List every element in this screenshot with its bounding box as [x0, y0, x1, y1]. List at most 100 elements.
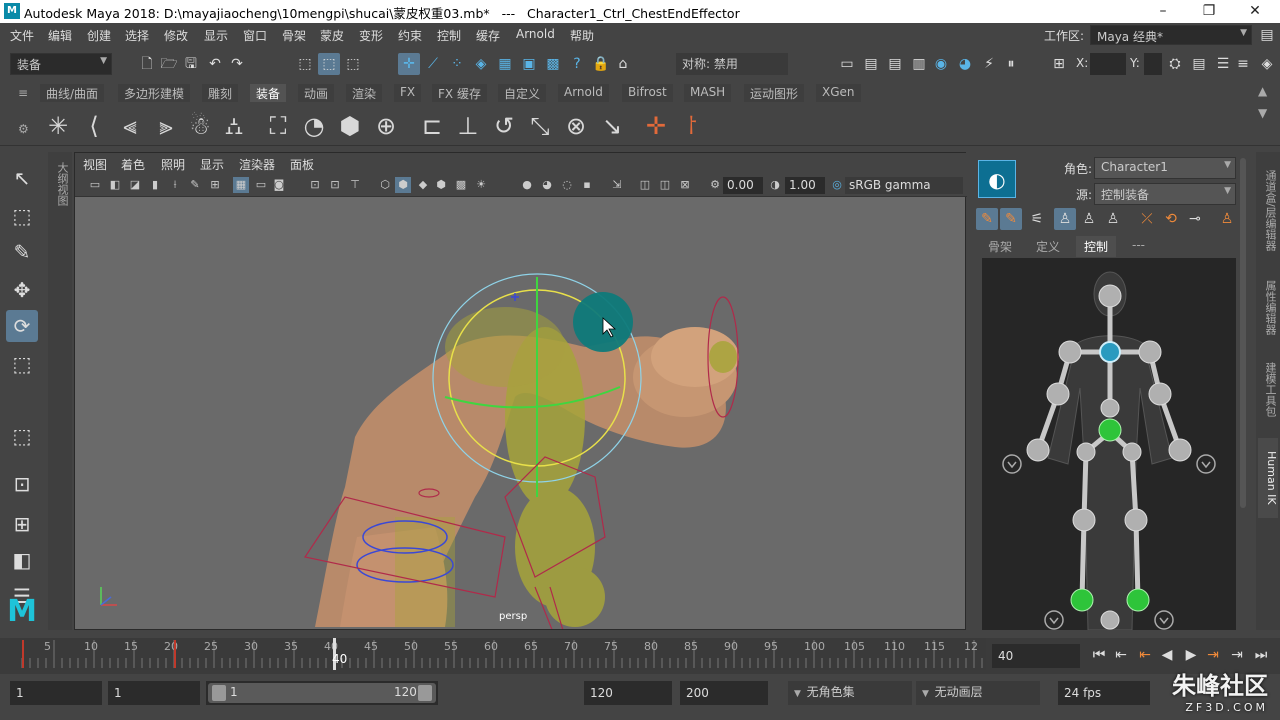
tab-channel-box[interactable]: 通道盒/层编辑器 [1258, 160, 1278, 260]
snap-grid-icon[interactable]: ✛ [398, 53, 420, 75]
shelf-tab-curves[interactable]: 曲线/曲面 [40, 84, 105, 102]
menu-edit[interactable]: 编辑 [48, 27, 72, 44]
menu-cache[interactable]: 缓存 [476, 27, 500, 44]
pin-rotate-icon[interactable]: ⟲ [1160, 208, 1182, 230]
color-management-icon[interactable]: ◎ [829, 177, 845, 193]
hik-tab-controls[interactable]: 控制 [1076, 236, 1117, 257]
current-frame-field[interactable]: 40 [992, 644, 1080, 668]
backface-icon[interactable]: ⊠ [677, 177, 693, 193]
time-ruler[interactable]: 5 10 15 20 25 30 35 40 45 50 55 60 65 70 75 80 85 90 95 100… [10, 638, 986, 670]
vp-menu-show[interactable]: 显示 [200, 156, 224, 173]
range-slider-handle[interactable]: 1 120 [208, 683, 436, 703]
shelf-tab-xgen[interactable]: XGen [816, 84, 861, 102]
select-component-icon[interactable]: ⬚ [342, 53, 364, 75]
antialias-icon[interactable]: ▪ [579, 177, 595, 193]
hik-tab-skeleton[interactable]: 骨架 [988, 238, 1012, 255]
restore-button[interactable]: ❐ [1186, 0, 1232, 23]
lights-icon[interactable]: ☀ [473, 177, 489, 193]
undo-icon[interactable]: ↶ [204, 53, 226, 75]
parent-constraint-icon[interactable]: ⊗ [560, 110, 592, 142]
menu-window[interactable]: 窗口 [243, 27, 267, 44]
hik-skeleton-icon[interactable]: ⛼ [218, 110, 250, 142]
time-slider[interactable]: 5 10 15 20 25 30 35 40 45 50 55 60 65 70 75 80 85 90 95 100… [0, 638, 1280, 674]
hips-effector[interactable] [1098, 418, 1122, 442]
menu-skin[interactable]: 蒙皮 [320, 27, 344, 44]
tab-attribute-editor[interactable]: 属性编辑器 [1258, 272, 1278, 342]
hik-character-icon[interactable]: ☃ [184, 110, 216, 142]
save-scene-icon[interactable]: 🖫 [180, 53, 202, 75]
ik-spline-icon[interactable]: ⫷ [114, 110, 146, 142]
hik-tab-definition[interactable]: 定义 [1036, 238, 1060, 255]
menu-set-dropdown[interactable]: 装备 ▼ [10, 53, 112, 75]
pin-all-icon[interactable]: ⊸ [1184, 208, 1206, 230]
play-forwards-icon[interactable]: ▶ [1180, 644, 1202, 666]
snap-point-icon[interactable]: ⁘ [446, 53, 468, 75]
vp-menu-renderer[interactable]: 渲染器 [239, 156, 275, 173]
orient-constraint-icon[interactable]: ↺ [488, 110, 520, 142]
smooth-shade-icon[interactable]: ⬢ [395, 177, 411, 193]
field-chart-icon[interactable]: ⊡ [307, 177, 323, 193]
left-foot-effector[interactable] [1070, 588, 1094, 612]
menu-create[interactable]: 创建 [87, 27, 111, 44]
character-dropdown[interactable]: Character1 ▼ [1094, 157, 1236, 179]
step-back-key-icon[interactable]: ⇤ [1110, 644, 1132, 666]
tab-modeling-toolkit[interactable]: 建模工具包 [1258, 354, 1278, 424]
menu-deform[interactable]: 变形 [359, 27, 383, 44]
exposure-field[interactable]: 0.00 [723, 177, 763, 194]
animation-end-field[interactable]: 200 [680, 681, 768, 705]
new-scene-icon[interactable]: 🗋 [136, 53, 158, 75]
resolution-gate-icon[interactable]: ▦ [233, 177, 249, 193]
tool-settings-toggle-icon[interactable]: ☰ [1212, 53, 1234, 75]
xray-joints-icon[interactable]: ◫ [657, 177, 673, 193]
create-joints-icon[interactable]: ✳ [42, 110, 74, 142]
right-foot-effector[interactable] [1126, 588, 1150, 612]
shelf-menu-icon[interactable]: ≡ [18, 86, 28, 100]
ssao-icon[interactable]: ◕ [539, 177, 555, 193]
point-constraint-icon[interactable]: ⊏ [416, 110, 448, 142]
safe-action-icon[interactable]: ⊡ [327, 177, 343, 193]
arnold-render-icon[interactable]: ◕ [954, 53, 976, 75]
menu-constrain[interactable]: 约束 [398, 27, 422, 44]
two-view-icon[interactable]: ◧ [6, 544, 38, 576]
paint-weights-icon[interactable]: ◔ [298, 110, 330, 142]
isolate-select-icon[interactable]: ⇲ [609, 177, 625, 193]
menu-control[interactable]: 控制 [437, 27, 461, 44]
menu-help[interactable]: 帮助 [570, 27, 594, 44]
scale-tool-icon[interactable]: ⬚ [6, 348, 38, 380]
shadows-icon[interactable]: ● [519, 177, 535, 193]
paint-select-tool-icon[interactable]: ✎ [6, 236, 38, 268]
color-space-dropdown[interactable]: sRGB gamma [845, 177, 963, 194]
soft-select-icon[interactable]: ⌂ [612, 53, 634, 75]
layout-toggle-icon[interactable]: ▤ [1256, 24, 1278, 46]
hik-tab-more[interactable]: --- [1132, 238, 1145, 252]
scale-constraint-icon[interactable]: ⤡ [524, 110, 556, 142]
range-end-grip[interactable] [418, 685, 432, 701]
shelf-scroll-down-icon[interactable]: ▼ [1258, 106, 1267, 120]
camera-select-icon[interactable]: ▭ [87, 177, 103, 193]
four-view-icon[interactable]: ⊞ [6, 508, 38, 540]
last-tool-icon[interactable]: ⬚ [6, 420, 38, 452]
exposure-icon[interactable]: ⚙ [707, 177, 723, 193]
rotate-tool-icon[interactable]: ⟳ [6, 310, 38, 342]
fps-dropdown[interactable]: 24 fps [1058, 681, 1150, 705]
shelf-tab-motion-graphics[interactable]: 运动图形 [744, 84, 805, 102]
vp-menu-view[interactable]: 视图 [83, 156, 107, 173]
safe-title-icon[interactable]: ⊤ [347, 177, 363, 193]
bookmark-icon[interactable]: ◪ [127, 177, 143, 193]
snap-curve-icon[interactable]: ⟋ [422, 53, 444, 75]
minimize-button[interactable]: – [1140, 0, 1186, 23]
move-tool-icon[interactable]: ✥ [6, 274, 38, 306]
shelf-tab-mash[interactable]: MASH [684, 84, 732, 102]
render-settings-icon[interactable]: ▥ [908, 53, 930, 75]
hypershade-icon[interactable]: ◉ [930, 53, 952, 75]
gate-mask-icon[interactable]: ◙ [271, 177, 287, 193]
shelf-settings-icon[interactable]: ⚙ [18, 122, 29, 136]
go-to-start-icon[interactable]: ⏮ [1088, 644, 1110, 666]
step-forward-frame-icon[interactable]: ⇥ [1202, 644, 1224, 666]
shelf-tab-custom[interactable]: 自定义 [498, 84, 547, 102]
2d-pan-icon[interactable]: ⟊ [167, 177, 183, 193]
cluster-icon[interactable]: ⊕ [370, 110, 402, 142]
textured-icon[interactable]: ⬢ [433, 177, 449, 193]
menu-arnold[interactable]: Arnold [516, 27, 555, 41]
set-key-icon[interactable]: ⸷ [676, 110, 708, 142]
